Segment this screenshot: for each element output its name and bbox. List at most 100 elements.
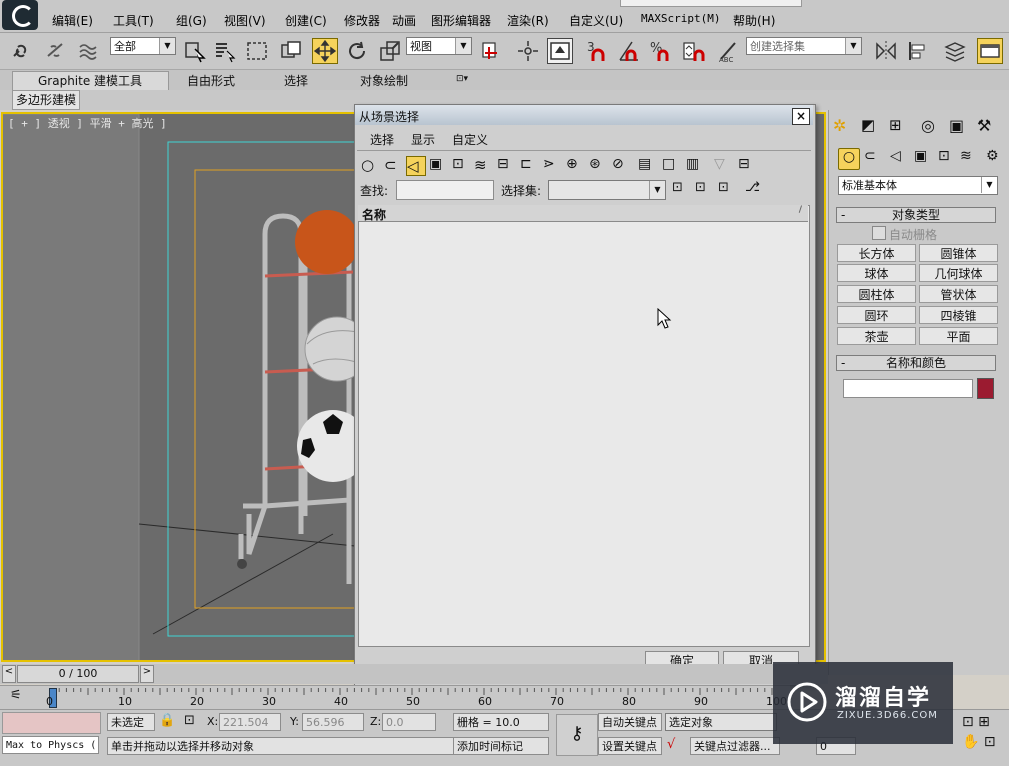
geometry-icon[interactable]: ○ — [838, 148, 860, 170]
selection-set-dropdown[interactable]: ▼ — [548, 180, 666, 200]
dialog-titlebar[interactable]: 从场景选择 — [355, 105, 813, 125]
x-coordinate-field[interactable]: 221.504 — [219, 713, 281, 731]
menu-rendering[interactable]: 渲染(R) — [507, 12, 549, 29]
menu-animation[interactable]: 动画 — [392, 12, 416, 29]
maxscript-listener-pink[interactable] — [2, 712, 101, 734]
display-shapes-icon[interactable]: ⊂ — [384, 156, 402, 174]
select-and-scale-icon[interactable] — [377, 38, 403, 64]
spinner-snap-icon[interactable] — [680, 38, 706, 64]
mirror-icon[interactable] — [873, 38, 899, 64]
pivot-center-icon[interactable] — [478, 38, 504, 64]
key-filters-button[interactable]: 关键点过滤器... — [690, 737, 780, 755]
cylinder-button[interactable]: 圆柱体 — [837, 285, 916, 303]
tab-polygon-modeling[interactable]: 多边形建模 — [12, 90, 80, 110]
display-tab-icon[interactable]: ▣ — [949, 116, 969, 136]
tab-freeform[interactable]: 自由形式 — [187, 72, 235, 89]
tab-selection[interactable]: 选择 — [284, 72, 308, 89]
app-logo-icon[interactable] — [2, 0, 38, 30]
display-spacewarps-icon[interactable]: ≋ — [474, 156, 492, 174]
unlink-icon[interactable] — [42, 38, 68, 64]
create-tab-icon[interactable]: ✲ — [833, 116, 853, 136]
selection-lock-icon[interactable]: 🔒 — [159, 713, 175, 728]
graphite-toggle-icon[interactable] — [977, 38, 1003, 64]
menu-modifiers[interactable]: 修改器 — [344, 12, 380, 29]
time-slider-thumb[interactable]: 0 / 100 — [17, 665, 139, 683]
cameras-icon[interactable]: ▣ — [914, 148, 927, 164]
keyboard-shortcut-override-icon[interactable] — [547, 38, 573, 64]
set-key-icon[interactable]: ⚷ — [556, 714, 598, 756]
object-color-swatch[interactable] — [977, 378, 994, 399]
time-next-button[interactable]: > — [140, 665, 154, 683]
edit-named-selection-icon[interactable]: ABC — [716, 38, 742, 64]
selection-filter-dropdown[interactable]: 全部 ▼ — [110, 37, 176, 55]
shapes-icon[interactable]: ⊂ — [864, 148, 876, 164]
orange-ball[interactable] — [295, 210, 359, 274]
dialog-close-button[interactable]: × — [792, 108, 810, 125]
select-all-icon[interactable]: ⊡ — [672, 180, 690, 198]
filter-icon[interactable]: ▽ — [714, 156, 732, 174]
menu-graph-editors[interactable]: 图形编辑器 — [431, 12, 491, 29]
display-lights-icon[interactable]: ◁ — [406, 156, 426, 176]
menu-group[interactable]: 组(G) — [176, 12, 207, 29]
menu-help[interactable]: 帮助(H) — [733, 12, 775, 29]
window-crossing-icon[interactable] — [278, 38, 304, 64]
auto-key-button[interactable]: 自动关键点 — [598, 713, 662, 731]
select-by-name-icon[interactable] — [212, 38, 238, 64]
menu-create[interactable]: 创建(C) — [285, 12, 327, 29]
add-time-tag[interactable]: 添加时间标记 — [453, 737, 549, 755]
rollout-object-type-header[interactable]: - 对象类型 — [836, 207, 996, 223]
tab-graphite-modeling[interactable]: Graphite 建模工具 — [38, 72, 142, 89]
reference-coordinate-dropdown[interactable]: 视图 ▼ — [406, 37, 472, 55]
rollout-name-color-header[interactable]: - 名称和颜色 — [836, 355, 996, 371]
object-category-dropdown[interactable]: 标准基本体 ▼ — [838, 176, 998, 195]
motion-tab-icon[interactable]: ◎ — [921, 116, 941, 136]
sync-selection-icon[interactable]: ⊟ — [738, 156, 756, 174]
display-hidden-icon[interactable]: ⊘ — [612, 156, 630, 174]
hierarchy-tab-icon[interactable]: ⊞ — [889, 116, 909, 136]
display-containers-icon[interactable]: ⊕ — [566, 156, 584, 174]
key-filters-icon[interactable]: √ — [667, 737, 687, 755]
ribbon-options-icon[interactable]: ⊡▾ — [456, 74, 480, 86]
display-bones-icon[interactable]: ⋗ — [543, 156, 561, 174]
maxscript-mini-listener[interactable]: Max to Physcs ( — [2, 736, 99, 754]
y-coordinate-field[interactable]: 56.596 — [302, 713, 364, 731]
spacewarps-icon[interactable]: ≋ — [960, 148, 972, 164]
find-input[interactable] — [396, 180, 494, 200]
select-and-rotate-icon[interactable] — [344, 38, 370, 64]
time-prev-button[interactable]: < — [2, 665, 16, 683]
geosphere-button[interactable]: 几何球体 — [919, 264, 998, 282]
select-dependents-icon[interactable]: ⎇ — [745, 180, 763, 198]
display-invert-icon[interactable]: ▥ — [686, 156, 704, 174]
display-frozen-icon[interactable]: ⊛ — [589, 156, 607, 174]
snap-toggle-icon[interactable]: 3 — [584, 38, 610, 64]
link-icon[interactable] — [8, 38, 34, 64]
cone-button[interactable]: 圆锥体 — [919, 244, 998, 262]
torus-button[interactable]: 圆环 — [837, 306, 916, 324]
plane-button[interactable]: 平面 — [919, 327, 998, 345]
named-selection-dropdown[interactable]: 创建选择集 ▼ — [746, 37, 862, 55]
track-bar-menu-icon[interactable]: ⚟ — [10, 688, 32, 704]
modify-tab-icon[interactable]: ◩ — [861, 116, 881, 136]
select-invert-icon[interactable]: ⊡ — [718, 180, 736, 198]
layer-manager-icon[interactable] — [942, 38, 968, 64]
menu-edit[interactable]: 编辑(E) — [52, 12, 93, 29]
menu-maxscript[interactable]: MAXScript(M) — [641, 12, 720, 25]
key-mode-dropdown[interactable]: 选定对象 — [665, 713, 777, 731]
dialog-menu-display[interactable]: 显示 — [411, 131, 435, 148]
rect-selection-region-icon[interactable] — [244, 38, 270, 64]
align-icon[interactable] — [905, 38, 931, 64]
box-button[interactable]: 长方体 — [837, 244, 916, 262]
pyramid-button[interactable]: 四棱锥 — [919, 306, 998, 324]
display-groups-icon[interactable]: ⊟ — [497, 156, 515, 174]
tube-button[interactable]: 管状体 — [919, 285, 998, 303]
angle-snap-icon[interactable] — [616, 38, 642, 64]
menu-views[interactable]: 视图(V) — [224, 12, 266, 29]
z-coordinate-field[interactable]: 0.0 — [382, 713, 436, 731]
display-helpers-icon[interactable]: ⊡ — [452, 156, 470, 174]
list-header-name[interactable]: 名称 / — [358, 205, 808, 222]
object-list[interactable] — [358, 205, 810, 647]
utilities-tab-icon[interactable]: ⚒ — [977, 116, 997, 136]
display-xrefs-icon[interactable]: ⊏ — [520, 156, 538, 174]
bind-spacewarp-icon[interactable] — [76, 38, 102, 64]
manipulate-icon[interactable] — [515, 38, 541, 64]
